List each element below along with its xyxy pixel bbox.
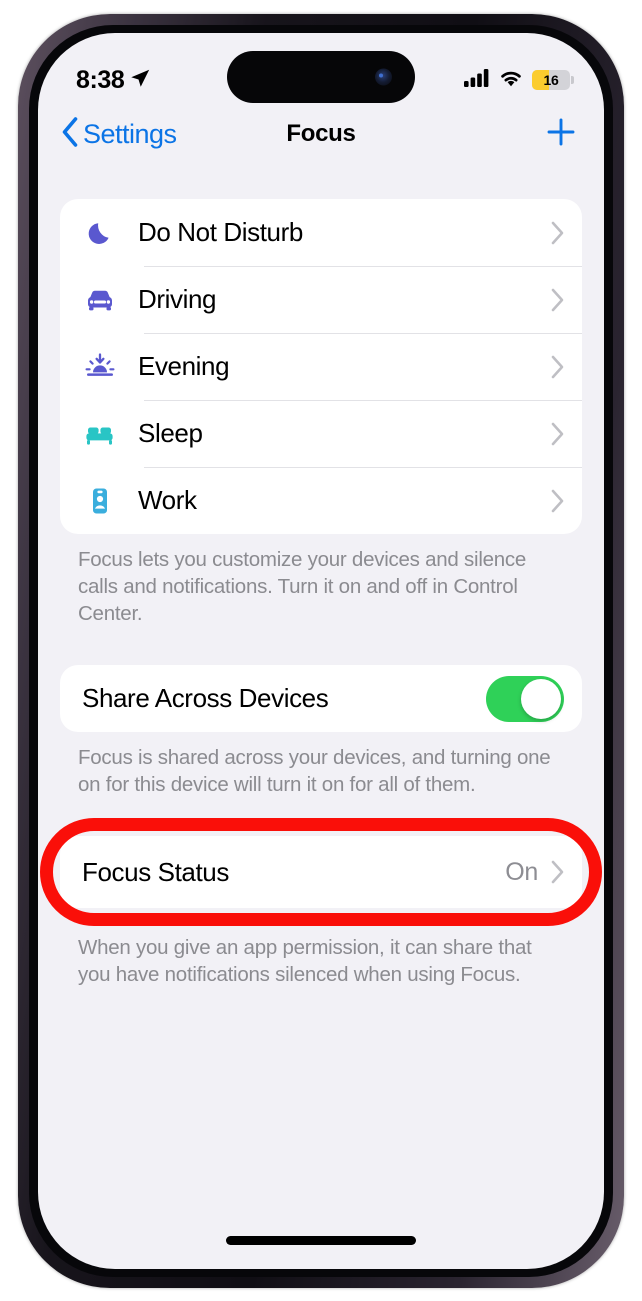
focus-row-label: Do Not Disturb [138, 217, 303, 247]
focus-row-label: Evening [138, 351, 230, 381]
chevron-right-icon [550, 488, 566, 514]
focus-row-label: Driving [138, 284, 217, 314]
focus-row-label: Work [138, 485, 197, 515]
focus-status-row[interactable]: Focus Status On [60, 836, 582, 908]
page-title: Focus [286, 120, 356, 147]
focus-row-do-not-disturb[interactable]: Do Not Disturb [60, 199, 582, 266]
settings-content: Do Not Disturb Driving Evening Sleep Wor… [38, 165, 604, 1269]
focus-status-label: Focus Status [82, 856, 229, 887]
battery-icon: 16 [532, 70, 574, 90]
focus-row-sleep[interactable]: Sleep [60, 400, 582, 467]
home-indicator[interactable] [226, 1236, 416, 1245]
cellular-signal-icon [464, 68, 490, 93]
chevron-left-icon [60, 116, 80, 153]
focus-status-card: Focus Status On [60, 836, 582, 908]
share-across-devices-footer: Focus is shared across your devices, and… [78, 746, 551, 796]
sunset-icon [80, 352, 120, 382]
chevron-right-icon [550, 421, 566, 447]
status-bar-right: 16 [464, 68, 574, 93]
status-bar-left: 8:38 [76, 66, 151, 95]
back-button-label: Settings [83, 118, 177, 149]
share-across-devices-card: Share Across Devices [60, 665, 582, 732]
focus-row-evening[interactable]: Evening [60, 333, 582, 400]
phone-screen: 8:38 16 Settings Focus Do Not Disturb Dr… [38, 33, 604, 1269]
focus-status-highlight-wrapper: Focus Status On [40, 818, 602, 926]
moon-icon [80, 218, 120, 248]
bed-icon [80, 419, 120, 449]
id-badge-icon [80, 485, 120, 517]
add-focus-button[interactable] [544, 115, 578, 154]
share-across-devices-row[interactable]: Share Across Devices [60, 665, 582, 732]
battery-percent-label: 16 [543, 72, 559, 88]
back-to-settings-button[interactable]: Settings [60, 116, 177, 153]
status-time: 8:38 [76, 65, 125, 94]
share-across-devices-label: Share Across Devices [82, 683, 329, 713]
dynamic-island[interactable] [227, 51, 415, 103]
battery-tip [571, 76, 574, 84]
share-across-devices-toggle[interactable] [486, 675, 564, 722]
chevron-right-icon [550, 859, 566, 885]
focus-row-driving[interactable]: Driving [60, 266, 582, 333]
chevron-right-icon [550, 287, 566, 313]
focus-status-value: On [505, 857, 538, 886]
wifi-icon [498, 68, 524, 93]
focus-status-footer: When you give an app permission, it can … [78, 936, 532, 986]
toggle-knob [521, 678, 561, 719]
focus-list-footer: Focus lets you customize your devices an… [78, 548, 527, 625]
chevron-right-icon [550, 220, 566, 246]
plus-icon [544, 115, 578, 154]
car-icon [80, 285, 120, 315]
chevron-right-icon [550, 354, 566, 380]
location-arrow-icon [129, 67, 151, 94]
navigation-bar: Settings Focus [38, 103, 604, 165]
front-camera-icon [375, 68, 392, 86]
focus-row-work[interactable]: Work [60, 467, 582, 534]
focus-row-label: Sleep [138, 418, 203, 448]
focus-list-card: Do Not Disturb Driving Evening Sleep Wor… [60, 199, 582, 534]
